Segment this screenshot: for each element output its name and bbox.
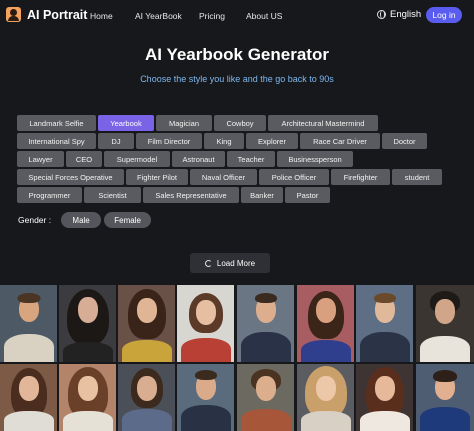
portrait-gallery [0, 285, 474, 431]
gender-option-female[interactable]: Female [104, 212, 152, 228]
style-tag-list: Landmark Selfie Yearbook Magician Cowboy… [17, 115, 462, 205]
language-selector[interactable]: English [377, 9, 421, 20]
style-tag-fighter-pilot[interactable]: Fighter Pilot [126, 169, 188, 185]
style-tag-film-director[interactable]: Film Director [136, 133, 202, 149]
style-tag-king[interactable]: King [204, 133, 244, 149]
style-tag-pastor[interactable]: Pastor [285, 187, 330, 203]
style-tag-doctor[interactable]: Doctor [382, 133, 427, 149]
gallery-image[interactable] [416, 285, 474, 362]
nav-link-ai-yearbook[interactable]: AI YearBook [135, 11, 182, 21]
style-tag-lawyer[interactable]: Lawyer [17, 151, 64, 167]
page-title: AI Yearbook Generator [145, 45, 329, 64]
style-tag-supermodel[interactable]: Supermodel [104, 151, 170, 167]
load-more-button[interactable]: Load More [190, 253, 270, 273]
gallery-image[interactable] [297, 364, 354, 431]
style-tag-row: Programmer Scientist Sales Representativ… [17, 187, 462, 203]
gallery-image[interactable] [177, 285, 234, 362]
style-tag-banker[interactable]: Banker [241, 187, 283, 203]
nav-link-home[interactable]: Home [90, 11, 113, 21]
style-tag-landmark-selfie[interactable]: Landmark Selfie [17, 115, 96, 131]
style-tag-international-spy[interactable]: International Spy [17, 133, 96, 149]
logo[interactable]: AI Portrait [6, 7, 87, 22]
gender-label: Gender : [18, 215, 52, 225]
nav-link-about-us[interactable]: About US [246, 11, 282, 21]
style-tag-police-officer[interactable]: Police Officer [259, 169, 329, 185]
gallery-image[interactable] [356, 285, 413, 362]
gallery-image[interactable] [59, 285, 116, 362]
refresh-icon [204, 259, 212, 267]
style-tag-row: Landmark Selfie Yearbook Magician Cowboy… [17, 115, 462, 131]
style-tag-scientist[interactable]: Scientist [84, 187, 141, 203]
top-nav: AI Portrait Home AI YearBook Pricing Abo… [0, 0, 474, 32]
login-button[interactable]: Log in [426, 7, 462, 23]
gallery-image[interactable] [0, 285, 57, 362]
style-tag-magician[interactable]: Magician [156, 115, 212, 131]
style-tag-explorer[interactable]: Explorer [246, 133, 298, 149]
gallery-image[interactable] [59, 364, 116, 431]
style-tag-row: International Spy DJ Film Director King … [17, 133, 462, 149]
style-tag-dj[interactable]: DJ [98, 133, 134, 149]
logo-text: AI Portrait [27, 7, 88, 22]
gallery-image[interactable] [297, 285, 354, 362]
style-tag-row: Lawyer CEO Supermodel Astronaut Teacher … [17, 151, 462, 167]
page-subtitle: Choose the style you like and the go bac… [140, 74, 334, 84]
style-tag-architectural-mastermind[interactable]: Architectural Mastermind [268, 115, 378, 131]
style-tag-sales-representative[interactable]: Sales Representative [143, 187, 239, 203]
nav-link-pricing[interactable]: Pricing [199, 11, 225, 21]
gallery-image[interactable] [0, 364, 57, 431]
style-tag-programmer[interactable]: Programmer [17, 187, 82, 203]
style-tag-yearbook[interactable]: Yearbook [98, 115, 154, 131]
portrait-logo-icon [6, 7, 21, 22]
language-label: English [390, 9, 422, 20]
gender-option-male[interactable]: Male [61, 212, 102, 228]
style-tag-special-forces-operative[interactable]: Special Forces Operative [17, 169, 124, 185]
style-tag-firefighter[interactable]: Firefighter [331, 169, 390, 185]
style-tag-ceo[interactable]: CEO [66, 151, 102, 167]
gallery-image[interactable] [237, 364, 294, 431]
gallery-image[interactable] [118, 364, 175, 431]
gallery-image[interactable] [416, 364, 474, 431]
style-tag-student[interactable]: student [392, 169, 442, 185]
style-tag-teacher[interactable]: Teacher [227, 151, 275, 167]
style-tag-cowboy[interactable]: Cowboy [214, 115, 266, 131]
gallery-image[interactable] [356, 364, 413, 431]
gender-selector: Gender : Male Female [18, 212, 154, 228]
gallery-image[interactable] [118, 285, 175, 362]
style-tag-astronaut[interactable]: Astronaut [172, 151, 225, 167]
gallery-image[interactable] [237, 285, 294, 362]
load-more-label: Load More [216, 258, 256, 268]
globe-icon [377, 10, 386, 19]
style-tag-naval-officer[interactable]: Naval Officer [190, 169, 257, 185]
style-tag-businessperson[interactable]: Businessperson [277, 151, 353, 167]
gallery-image[interactable] [177, 364, 234, 431]
style-tag-race-car-driver[interactable]: Race Car Driver [300, 133, 380, 149]
style-tag-row: Special Forces Operative Fighter Pilot N… [17, 169, 462, 185]
